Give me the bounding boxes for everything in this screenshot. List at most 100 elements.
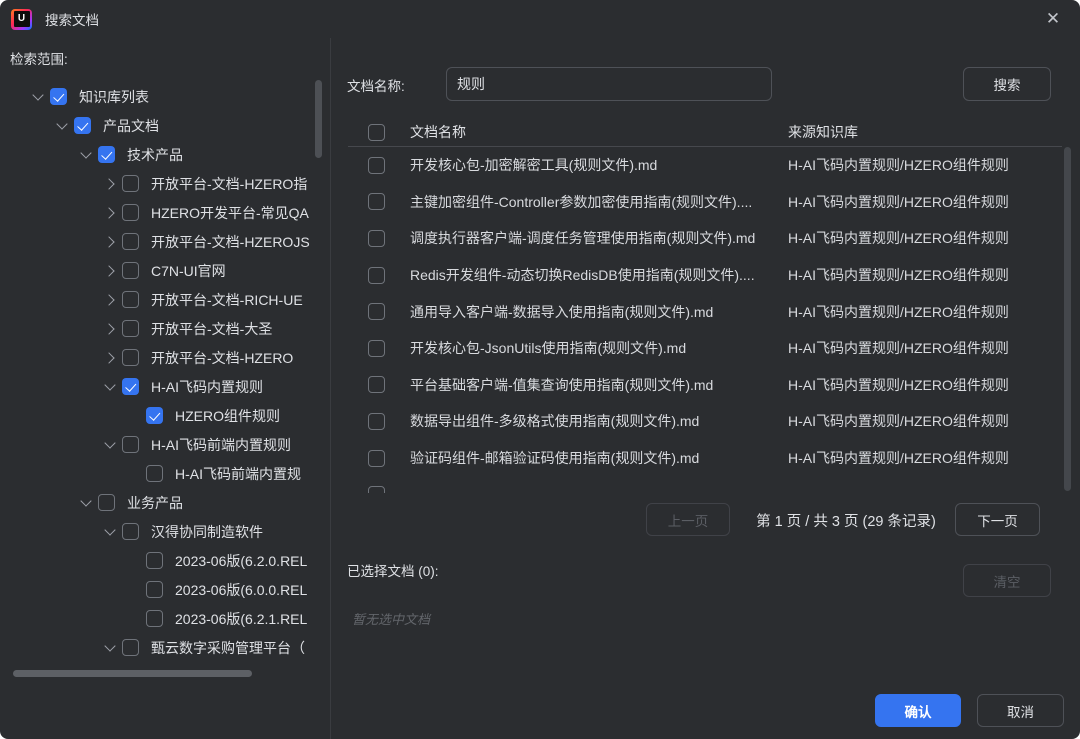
header-checkbox[interactable]	[368, 124, 385, 141]
tree-checkbox[interactable]	[122, 639, 139, 656]
tree-item[interactable]: 开放平台-文档-HZERO指	[0, 169, 316, 198]
clear-button[interactable]: 清空	[963, 564, 1051, 597]
row-checkbox[interactable]	[368, 303, 385, 320]
row-checkbox[interactable]	[368, 267, 385, 284]
tree-checkbox[interactable]	[122, 349, 139, 366]
row-checkbox[interactable]	[368, 376, 385, 393]
tree-checkbox[interactable]	[122, 378, 139, 395]
chevron-right-icon[interactable]	[98, 227, 122, 256]
tree-item[interactable]: 产品文档	[0, 111, 316, 140]
chevron-right-icon[interactable]	[98, 256, 122, 285]
doc-name-cell: 开发核心包-JsonUtils使用指南(规则文件).md	[410, 338, 788, 358]
table-row[interactable]: 主键加密组件-Controller参数加密使用指南(规则文件)....H-AI飞…	[331, 184, 1063, 221]
chevron-down-icon[interactable]	[74, 488, 98, 517]
row-checkbox[interactable]	[368, 193, 385, 210]
table-row[interactable]: 验证码组件-邮箱验证码使用指南(规则文件).mdH-AI飞码内置规则/HZERO…	[331, 440, 1063, 477]
table-row[interactable]	[331, 476, 1063, 493]
table-row[interactable]: 数据导出组件-多级格式使用指南(规则文件).mdH-AI飞码内置规则/HZERO…	[331, 403, 1063, 440]
tree-checkbox[interactable]	[146, 581, 163, 598]
tree-item[interactable]: 汉得协同制造软件	[0, 517, 316, 546]
row-checkbox[interactable]	[368, 413, 385, 430]
chevron-down-icon[interactable]	[98, 430, 122, 459]
tree-checkbox[interactable]	[146, 465, 163, 482]
app-logo-letter: U	[14, 11, 30, 27]
row-checkbox[interactable]	[368, 450, 385, 467]
tree-item-label: 产品文档	[103, 116, 159, 136]
table-row[interactable]: 调度执行器客户端-调度任务管理使用指南(规则文件).mdH-AI飞码内置规则/H…	[331, 220, 1063, 257]
tree-item[interactable]: HZERO组件规则	[0, 401, 316, 430]
next-page-button[interactable]: 下一页	[955, 503, 1040, 536]
chevron-down-icon[interactable]	[98, 372, 122, 401]
tree-item[interactable]: 知识库列表	[0, 82, 316, 111]
close-icon[interactable]: ✕	[1041, 7, 1065, 31]
chevron-down-icon[interactable]	[98, 517, 122, 546]
table-row[interactable]: Redis开发组件-动态切换RedisDB使用指南(规则文件)....H-AI飞…	[331, 257, 1063, 294]
tree-checkbox[interactable]	[98, 494, 115, 511]
tree-checkbox[interactable]	[122, 320, 139, 337]
chevron-right-icon[interactable]	[98, 343, 122, 372]
tree-item[interactable]: 技术产品	[0, 140, 316, 169]
tree-item[interactable]: 业务产品	[0, 488, 316, 517]
tree-item[interactable]: 开放平台-文档-RICH-UE	[0, 285, 316, 314]
chevron-right-icon[interactable]	[98, 285, 122, 314]
tree-item[interactable]: 2023-06版(6.0.0.REL	[0, 575, 316, 604]
window-title: 搜索文档	[45, 9, 99, 29]
chevron-down-icon[interactable]	[98, 633, 122, 662]
tree-item[interactable]: 甄云数字采购管理平台（	[0, 633, 316, 662]
row-checkbox[interactable]	[368, 230, 385, 247]
tree-vertical-scrollbar[interactable]	[315, 80, 322, 158]
table-row[interactable]: 通用导入客户端-数据导入使用指南(规则文件).mdH-AI飞码内置规则/HZER…	[331, 293, 1063, 330]
tree-item[interactable]: 开放平台-文档-HZEROJS	[0, 227, 316, 256]
table-row[interactable]: 平台基础客户端-值集查询使用指南(规则文件).mdH-AI飞码内置规则/HZER…	[331, 367, 1063, 404]
chevron-right-icon[interactable]	[98, 198, 122, 227]
confirm-button[interactable]: 确认	[875, 694, 961, 727]
row-checkbox[interactable]	[368, 340, 385, 357]
chevron-right-icon[interactable]	[98, 314, 122, 343]
tree-checkbox[interactable]	[146, 552, 163, 569]
tree-item[interactable]: 2023-06版(6.2.0.REL	[0, 546, 316, 575]
tree-checkbox[interactable]	[122, 262, 139, 279]
table-scrollbar[interactable]	[1064, 147, 1071, 491]
chevron-right-icon[interactable]	[98, 169, 122, 198]
doc-name-input[interactable]	[446, 67, 772, 101]
tree-checkbox[interactable]	[98, 146, 115, 163]
tree-item[interactable]: 开放平台-文档-大圣	[0, 314, 316, 343]
source-cell: H-AI飞码内置规则/HZERO组件规则	[788, 302, 1063, 322]
chevron-down-icon[interactable]	[50, 111, 74, 140]
tree-checkbox[interactable]	[122, 291, 139, 308]
row-checkbox[interactable]	[368, 157, 385, 174]
chevron-placeholder	[122, 604, 146, 633]
tree-checkbox[interactable]	[122, 233, 139, 250]
tree-checkbox[interactable]	[146, 610, 163, 627]
row-checkbox[interactable]	[368, 486, 385, 493]
prev-page-button[interactable]: 上一页	[646, 503, 730, 536]
tree-checkbox[interactable]	[122, 436, 139, 453]
scope-label: 检索范围:	[10, 48, 68, 68]
tree-checkbox[interactable]	[74, 117, 91, 134]
tree-checkbox[interactable]	[146, 407, 163, 424]
tree-checkbox[interactable]	[50, 88, 67, 105]
cancel-button[interactable]: 取消	[977, 694, 1064, 727]
source-cell: H-AI飞码内置规则/HZERO组件规则	[788, 375, 1063, 395]
tree-item[interactable]: H-AI飞码前端内置规	[0, 459, 316, 488]
tree-item[interactable]: H-AI飞码内置规则	[0, 372, 316, 401]
tree-item[interactable]: HZERO开发平台-常见QA	[0, 198, 316, 227]
source-cell: H-AI飞码内置规则/HZERO组件规则	[788, 411, 1063, 431]
tree-item[interactable]: 开放平台-文档-HZERO	[0, 343, 316, 372]
search-button[interactable]: 搜索	[963, 67, 1051, 101]
chevron-down-icon[interactable]	[26, 82, 50, 111]
chevron-placeholder	[122, 401, 146, 430]
tree-checkbox[interactable]	[122, 175, 139, 192]
table-row[interactable]: 开发核心包-加密解密工具(规则文件).mdH-AI飞码内置规则/HZERO组件规…	[331, 147, 1063, 184]
tree-checkbox[interactable]	[122, 523, 139, 540]
doc-name-cell: 验证码组件-邮箱验证码使用指南(规则文件).md	[410, 448, 788, 468]
tree-checkbox[interactable]	[122, 204, 139, 221]
tree-item-label: 2023-06版(6.2.1.REL	[175, 609, 307, 629]
tree-item-label: 开放平台-文档-HZERO	[151, 348, 293, 368]
tree-item[interactable]: H-AI飞码前端内置规则	[0, 430, 316, 459]
table-row[interactable]: 开发核心包-JsonUtils使用指南(规则文件).mdH-AI飞码内置规则/H…	[331, 330, 1063, 367]
tree-item[interactable]: C7N-UI官网	[0, 256, 316, 285]
tree-horizontal-scrollbar[interactable]	[13, 670, 252, 677]
tree-item[interactable]: 2023-06版(6.2.1.REL	[0, 604, 316, 633]
chevron-down-icon[interactable]	[74, 140, 98, 169]
